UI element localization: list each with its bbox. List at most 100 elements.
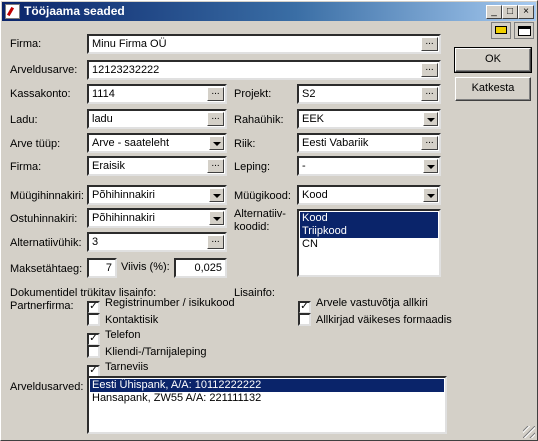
ostuhinnakiri-value: Põhihinnakiri [92, 212, 155, 224]
firma2-field[interactable]: Eraisik ... [87, 156, 227, 176]
arve-tuup-value: Arve - saateleht [92, 137, 170, 149]
rahauhik-label: Rahaühik: [234, 114, 284, 126]
firma2-browse-button[interactable]: ... [207, 159, 224, 173]
list-item[interactable]: Kood [300, 212, 438, 225]
list-item[interactable]: Triipkood [300, 225, 438, 238]
check-kontaktisik[interactable]: Kontaktisik [87, 313, 158, 326]
close-button[interactable]: × [518, 5, 534, 19]
maksetahtaeg-field[interactable]: 7 [87, 258, 117, 278]
title-bar[interactable]: Töö­jaama seaded _ □ × [2, 2, 536, 21]
settings-window: Töö­jaama seaded _ □ × Firma: Minu Firma… [0, 0, 538, 441]
pin-icon [495, 26, 507, 34]
alternatiivuhik-label: Alternatiivühik: [10, 237, 82, 249]
firma-label: Firma: [10, 38, 42, 50]
leping-label: Leping: [234, 161, 271, 173]
ladu-label: Ladu: [10, 114, 38, 126]
muugikood-select[interactable]: Kood [297, 185, 441, 205]
resize-grip[interactable] [523, 426, 535, 438]
leping-dropdown-icon[interactable] [423, 159, 438, 173]
riik-browse-button[interactable]: ... [421, 136, 438, 150]
checkbox[interactable] [87, 345, 100, 358]
alt-koodid-label-2: koodid: [234, 221, 270, 233]
ladu-value: ladu [92, 113, 113, 125]
ladu-field[interactable]: ladu ... [87, 109, 227, 129]
check-vaikesed-allkirjad[interactable]: Allkirjad väikeses formaadis [298, 313, 452, 326]
projekt-field[interactable]: S2 ... [297, 84, 441, 104]
check-label: Arvele vastuvõtja allkiri [316, 297, 428, 309]
checkbox[interactable] [298, 313, 311, 326]
minimize-button[interactable]: _ [486, 5, 502, 19]
muugikood-dropdown-icon[interactable] [423, 188, 438, 202]
muugikood-value: Kood [302, 189, 328, 201]
firma-value: Minu Firma OÜ [92, 38, 167, 50]
alt-koodid-label-1: Alternatiiv- [234, 208, 286, 220]
projekt-label: Projekt: [234, 88, 272, 100]
close-icon: × [523, 6, 529, 17]
muugihinnakiri-dropdown-icon[interactable] [209, 188, 224, 202]
arve-tuup-select[interactable]: Arve - saateleht [87, 133, 227, 153]
muugihinnakiri-select[interactable]: Põhihinnakiri [87, 185, 227, 205]
minimize-icon: _ [491, 6, 497, 17]
check-kliendileping[interactable]: Kliendi-/Tarnijaleping [87, 345, 207, 358]
viivis-label: Viivis (%): [121, 261, 170, 273]
firma-field[interactable]: Minu Firma OÜ ... [87, 34, 441, 54]
window-title: Töö­jaama seaded [24, 4, 125, 18]
checkbox[interactable] [87, 313, 100, 326]
muugikood-label: Müügikood: [234, 190, 291, 202]
maximize-button[interactable]: □ [502, 5, 518, 19]
arveldusarved-list[interactable]: Eesti Ühispank, A/A: 10112222222 Hansapa… [87, 376, 447, 434]
check-label: Tarneviis [105, 361, 149, 373]
alternatiivuhik-field[interactable]: 3 ... [87, 232, 227, 252]
riik-field[interactable]: Eesti Vabariik ... [297, 133, 441, 153]
maximize-icon: □ [506, 6, 514, 17]
kassakonto-browse-button[interactable]: ... [207, 87, 224, 101]
projekt-value: S2 [302, 88, 316, 100]
riik-value: Eesti Vabariik [302, 137, 369, 149]
window-toolbar-button[interactable] [514, 22, 534, 39]
check-telefon[interactable]: ✓ Telefon [87, 329, 140, 346]
check-label: Allkirjad väikeses formaadis [316, 314, 452, 326]
ostuhinnakiri-select[interactable]: Põhihinnakiri [87, 208, 227, 228]
app-icon [5, 4, 20, 19]
ladu-browse-button[interactable]: ... [207, 112, 224, 126]
check-label: Registrinumber / isikukood [105, 297, 235, 309]
firma2-label: Firma: [10, 161, 42, 173]
riik-label: Riik: [234, 138, 256, 150]
check-label: Kontaktisik [105, 314, 159, 326]
check-registrinumber[interactable]: ✓ Registrinumber / isikukood [87, 297, 235, 314]
muugihinnakiri-value: Põhihinnakiri [92, 189, 155, 201]
firma-browse-button[interactable]: ... [421, 37, 438, 51]
ostuhinnakiri-dropdown-icon[interactable] [209, 211, 224, 225]
viivis-field[interactable]: 0,025 [174, 258, 227, 278]
rahauhik-select[interactable]: EEK [297, 109, 441, 129]
rahauhik-dropdown-icon[interactable] [423, 112, 438, 126]
check-label: Kliendi-/Tarnijaleping [105, 346, 207, 358]
arveldusarve-label: Arveldusarve: [10, 64, 78, 76]
kassakonto-field[interactable]: 1114 ... [87, 84, 227, 104]
arveldusarve-browse-button[interactable]: ... [421, 63, 438, 77]
maksetahtaeg-label: Maksetähtaeg: [10, 263, 83, 275]
arve-tuup-dropdown-icon[interactable] [209, 136, 224, 150]
arveldusarve-field[interactable]: 12123232222 ... [87, 60, 441, 80]
projekt-browse-button[interactable]: ... [421, 87, 438, 101]
arve-tuup-label: Arve tüüp: [10, 138, 61, 150]
alternatiivuhik-value: 3 [92, 236, 99, 248]
rahauhik-value: EEK [302, 113, 325, 125]
cancel-button[interactable]: Katkesta [455, 77, 531, 101]
list-item[interactable]: Eesti Ühispank, A/A: 10112222222 [90, 379, 444, 392]
list-item[interactable]: Hansapank, ZW55 A/A: 221111132 [90, 392, 444, 405]
ok-button[interactable]: OK [454, 47, 532, 73]
kassakonto-value: 1114 [92, 88, 115, 100]
alt-koodid-list[interactable]: Kood Triipkood CN [297, 209, 441, 277]
list-item[interactable]: CN [300, 238, 438, 251]
partnerfirma-label: Partnerfirma: [10, 300, 74, 312]
window-icon [518, 26, 531, 36]
kassakonto-label: Kassakonto: [10, 88, 71, 100]
alternatiivuhik-browse-button[interactable]: ... [207, 235, 224, 249]
pin-toolbar-button[interactable] [491, 22, 511, 39]
lisainfo-label: Lisainfo: [234, 287, 275, 299]
leping-select[interactable]: - [297, 156, 441, 176]
check-vastuvotja-allkiri[interactable]: ✓ Arvele vastuvõtja allkiri [298, 297, 428, 314]
firma2-value: Eraisik [92, 160, 126, 172]
arveldusarve-value: 12123232222 [92, 64, 160, 76]
